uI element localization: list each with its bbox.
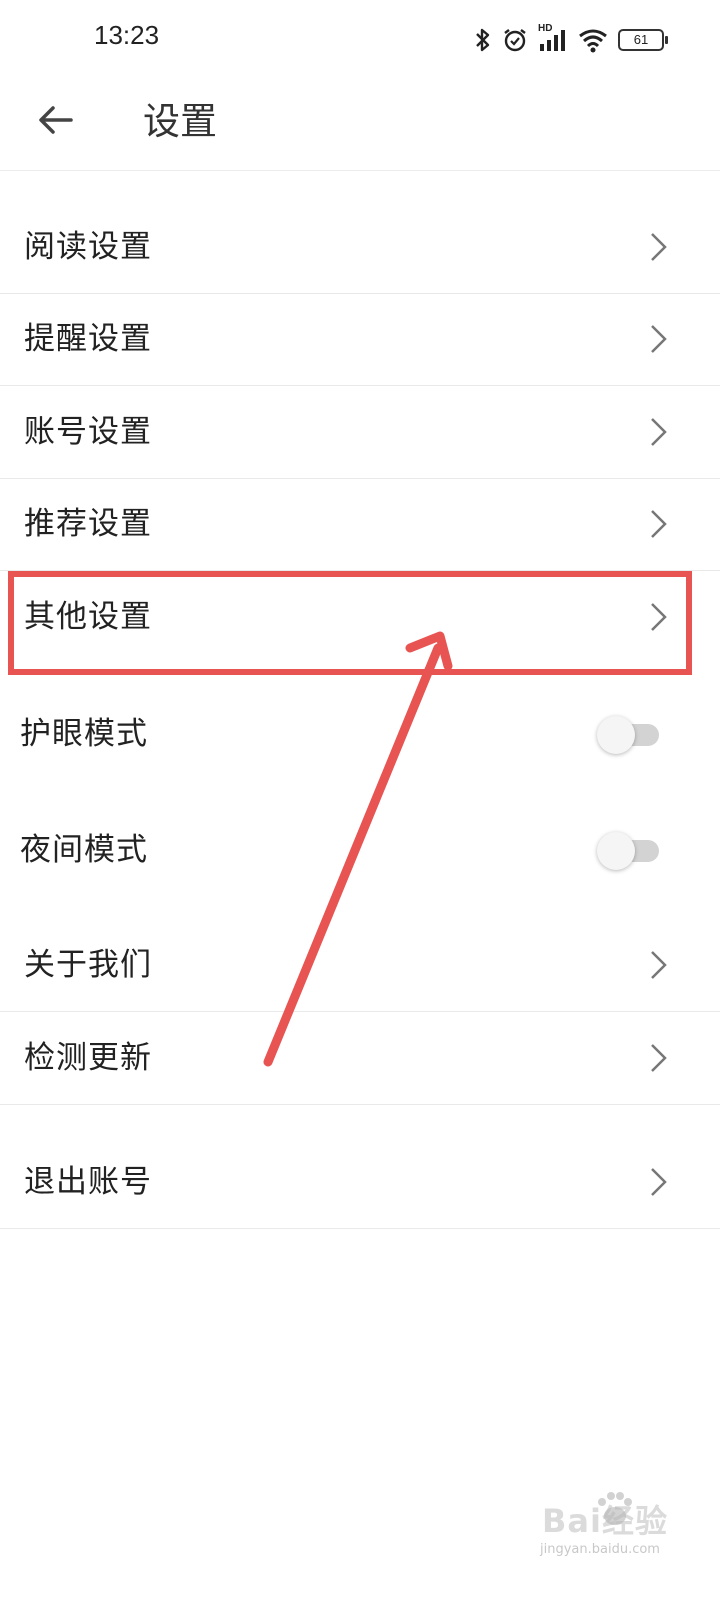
page-title: 设置 [143, 100, 217, 143]
toggle-knob [597, 832, 635, 870]
setting-item-about[interactable]: 关于我们 [0, 919, 720, 1012]
setting-item-check-update[interactable]: 检测更新 [0, 1012, 720, 1105]
watermark-url: jingyan.baidu.com [540, 1542, 660, 1557]
setting-item-label: 推荐设置 [24, 506, 152, 542]
status-icons: HD 61 [474, 20, 668, 60]
hd-label: HD [538, 23, 553, 34]
setting-item-label: 检测更新 [24, 1040, 152, 1076]
setting-item-label: 退出账号 [24, 1164, 152, 1200]
bluetooth-icon [474, 27, 492, 53]
setting-item-logout[interactable]: 退出账号 [0, 1136, 720, 1229]
toggle-knob [597, 716, 635, 754]
alarm-icon [502, 27, 528, 53]
watermark: Bai经验 jingyan.baidu.com [540, 1490, 710, 1570]
paw-logo-icon [592, 1490, 636, 1534]
eye-care-toggle[interactable] [597, 716, 661, 754]
night-mode-toggle[interactable] [597, 832, 661, 870]
chevron-right-icon [651, 1168, 667, 1196]
signal-icon: HD [538, 23, 568, 53]
setting-item-label: 提醒设置 [24, 321, 152, 357]
chevron-right-icon [651, 418, 667, 446]
setting-item-label: 阅读设置 [24, 229, 152, 265]
chevron-right-icon [651, 325, 667, 353]
setting-item-label: 账号设置 [24, 414, 152, 450]
setting-item-night-mode: 夜间模式 [0, 804, 720, 896]
back-arrow-icon [38, 105, 74, 139]
chevron-right-icon [651, 510, 667, 538]
setting-item-reading[interactable]: 阅读设置 [0, 201, 720, 294]
chevron-right-icon [651, 233, 667, 261]
setting-item-label: 关于我们 [24, 947, 152, 983]
status-time: 13:23 [94, 20, 160, 50]
setting-item-recommend[interactable]: 推荐设置 [0, 478, 720, 571]
back-button[interactable] [28, 94, 84, 150]
setting-item-label: 夜间模式 [20, 832, 148, 868]
setting-item-reminder[interactable]: 提醒设置 [0, 293, 720, 386]
battery-icon: 61 [618, 29, 668, 51]
chevron-right-icon [651, 951, 667, 979]
wifi-icon [578, 27, 608, 53]
status-bar: 13:23 HD 61 [0, 0, 720, 80]
setting-item-label: 护眼模式 [20, 716, 148, 752]
chevron-right-icon [651, 1044, 667, 1072]
annotation-highlight-box [8, 571, 692, 675]
setting-item-account[interactable]: 账号设置 [0, 386, 720, 479]
setting-item-eye-care: 护眼模式 [0, 688, 720, 780]
app-header: 设置 [0, 80, 720, 171]
